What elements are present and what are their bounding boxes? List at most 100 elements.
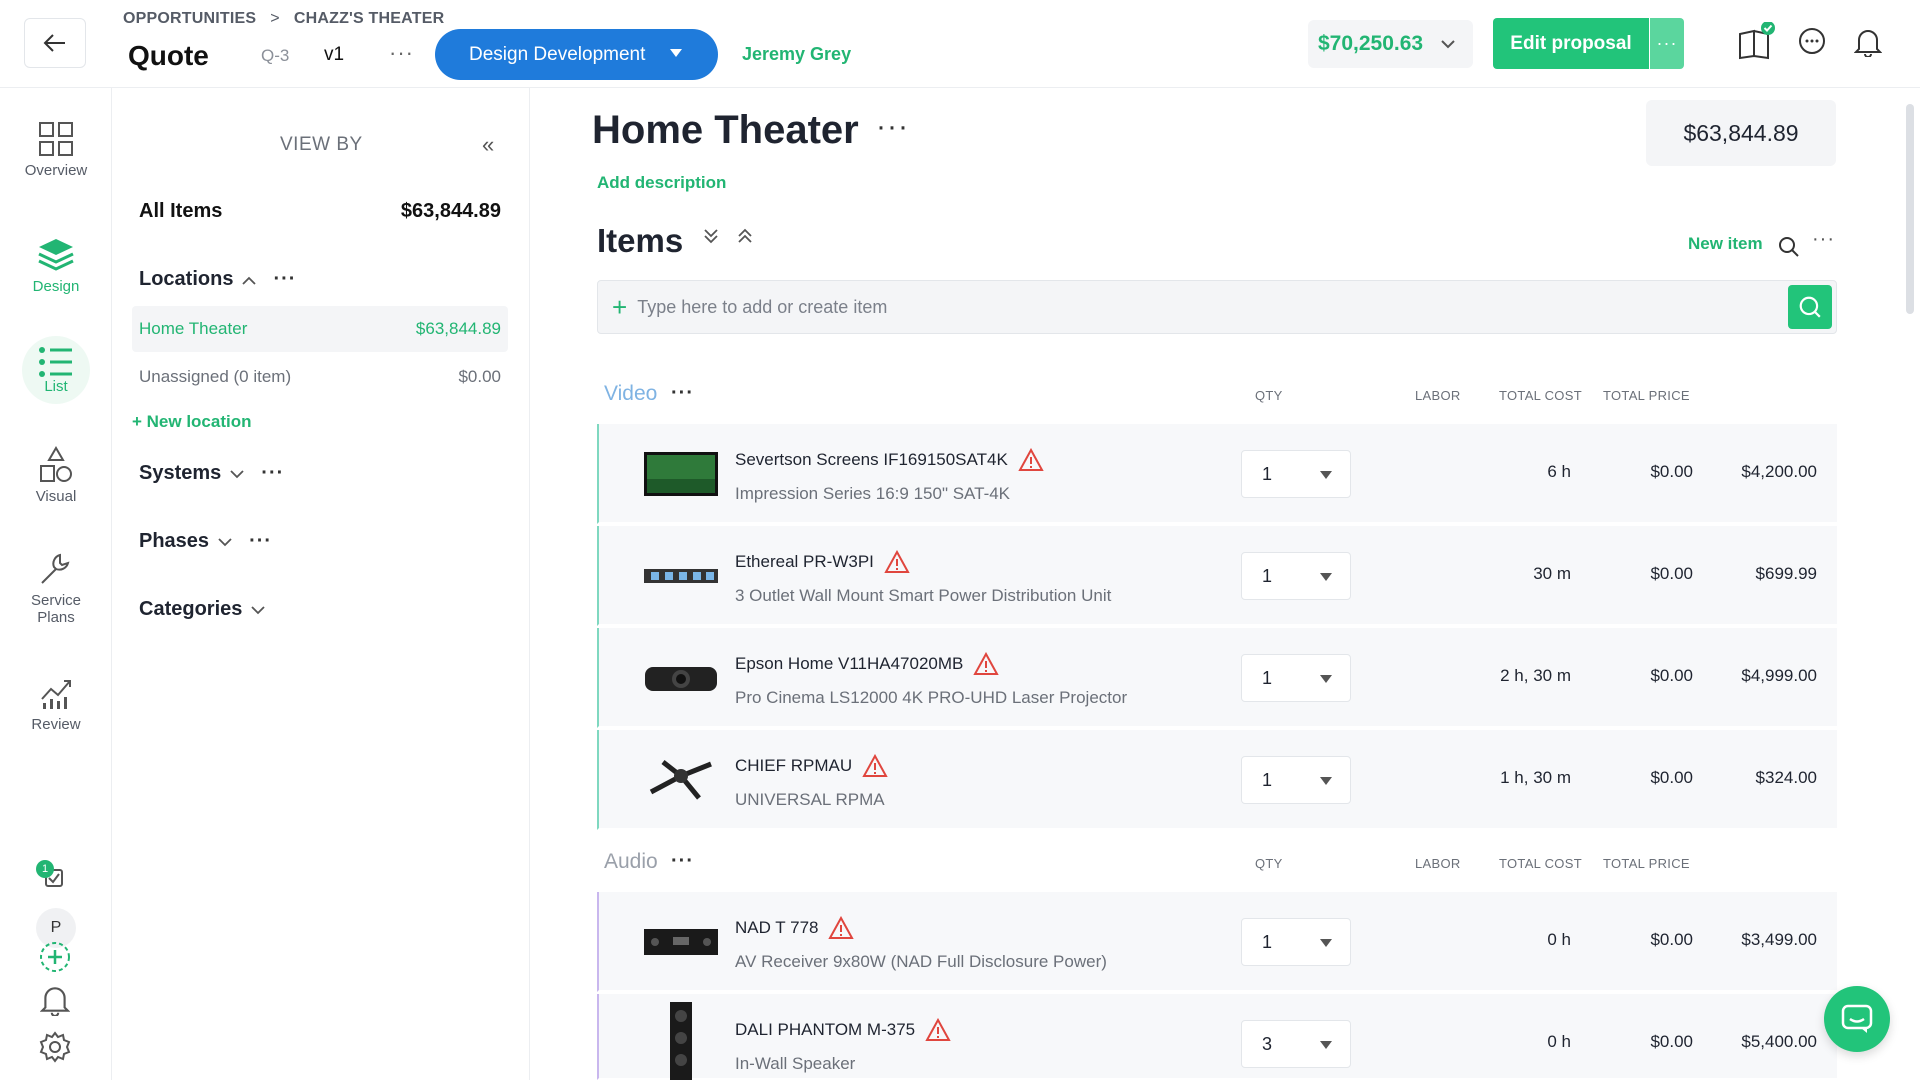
new-item-link[interactable]: New item — [1688, 234, 1763, 254]
warning-icon[interactable] — [828, 916, 855, 940]
item-name[interactable]: NAD T 778 — [735, 916, 855, 940]
warning-icon[interactable] — [884, 550, 910, 574]
locations-more-button[interactable]: ··· — [273, 268, 296, 291]
systems-group[interactable]: Systems ··· — [139, 462, 284, 485]
location-item-unassigned[interactable]: Unassigned (0 item) $0.00 — [132, 354, 508, 400]
table-row[interactable]: Ethereal PR-W3PI 3 Outlet Wall Mount Sma… — [597, 526, 1837, 626]
warning-icon[interactable] — [925, 1018, 951, 1042]
section-more-button[interactable]: ··· — [671, 382, 694, 405]
items-search-button[interactable] — [1778, 236, 1800, 263]
add-item-search-button[interactable] — [1788, 285, 1832, 329]
new-location-link[interactable]: + New location — [132, 412, 252, 432]
items-heading: Items — [597, 222, 684, 259]
total-cost-value: $0.00 — [1650, 930, 1693, 949]
back-button[interactable] — [24, 18, 86, 68]
rail-item-overview[interactable]: Overview — [0, 118, 112, 179]
chevron-down-icon — [1441, 40, 1455, 49]
table-row[interactable]: NAD T 778 AV Receiver 9x80W (NAD Full Di… — [597, 892, 1837, 992]
location-more-button[interactable]: ··· — [876, 110, 909, 144]
add-description-link[interactable]: Add description — [597, 173, 726, 193]
table-row[interactable]: DALI PHANTOM M-375 In-Wall Speaker 3 0 h… — [597, 994, 1837, 1080]
column-header-total-price: TOTAL PRICE — [1603, 856, 1690, 871]
rail-item-design[interactable]: Design — [0, 234, 112, 295]
grid-icon — [39, 122, 73, 156]
support-chat-button[interactable] — [1824, 986, 1890, 1052]
collapse-all-button[interactable] — [736, 226, 754, 252]
edit-proposal-button[interactable]: Edit proposal — [1493, 18, 1649, 69]
total-cost-value: $0.00 — [1650, 768, 1693, 787]
version-label[interactable]: v1 — [324, 44, 344, 66]
table-row[interactable]: Severtson Screens IF169150SAT4K Impressi… — [597, 424, 1837, 524]
rail-item-list[interactable]: List — [0, 336, 112, 404]
arrow-left-icon — [43, 34, 65, 52]
phases-group[interactable]: Phases ··· — [139, 530, 272, 553]
phases-more-button[interactable]: ··· — [249, 530, 272, 553]
locations-group[interactable]: Locations ··· — [139, 268, 296, 291]
owner-link[interactable]: Jeremy Grey — [742, 44, 851, 65]
rail-item-review[interactable]: Review — [0, 672, 112, 733]
item-name[interactable]: Severtson Screens IF169150SAT4K — [735, 448, 1044, 472]
quantity-value: 1 — [1262, 932, 1273, 952]
rail-item-service-plans[interactable]: Service Plans — [0, 548, 112, 626]
location-total: $63,844.89 — [415, 319, 501, 338]
items-more-button[interactable]: ··· — [1812, 228, 1835, 251]
quantity-dropdown[interactable]: 1 — [1241, 654, 1351, 702]
warning-icon[interactable] — [973, 652, 1000, 676]
breadcrumb-opportunities[interactable]: OPPORTUNITIES — [123, 10, 256, 28]
expand-all-button[interactable] — [702, 226, 720, 252]
labor-value: 0 h — [1547, 930, 1571, 949]
quantity-dropdown[interactable]: 3 — [1241, 1020, 1351, 1068]
rail-label-list: List — [44, 377, 68, 395]
quantity-dropdown[interactable]: 1 — [1241, 552, 1351, 600]
add-item-input[interactable] — [637, 296, 1738, 318]
quote-more-button[interactable]: ··· — [389, 40, 414, 66]
add-user-button[interactable] — [38, 940, 72, 974]
quantity-dropdown[interactable]: 1 — [1241, 918, 1351, 966]
item-name[interactable]: CHIEF RPMAU — [735, 754, 888, 778]
systems-more-button[interactable]: ··· — [261, 462, 284, 485]
page-title: Quote — [128, 40, 209, 71]
all-items-label: All Items — [139, 200, 223, 222]
section-name[interactable]: Audio — [604, 850, 658, 874]
section-more-button[interactable]: ··· — [671, 850, 694, 873]
product-thumbnail-projector — [643, 652, 719, 704]
all-items-row[interactable]: All Items $63,844.89 — [139, 200, 501, 223]
settings-button[interactable] — [38, 1030, 72, 1069]
rail-label-visual: Visual — [35, 488, 77, 505]
total-cost-value: $0.00 — [1650, 564, 1693, 583]
comments-button[interactable] — [1792, 22, 1832, 62]
item-name[interactable]: Ethereal PR-W3PI — [735, 550, 910, 574]
breadcrumb-project[interactable]: CHAZZ'S THEATER — [294, 10, 445, 28]
location-item-home-theater[interactable]: Home Theater $63,844.89 — [132, 306, 508, 352]
quantity-dropdown[interactable]: 1 — [1241, 450, 1351, 498]
view-by-label: VIEW BY — [280, 134, 363, 155]
table-row[interactable]: Epson Home V11HA47020MB Pro Cinema LS120… — [597, 628, 1837, 728]
collapse-panel-button[interactable]: « — [482, 132, 494, 158]
location-name: Unassigned (0 item) — [139, 367, 292, 386]
labor-value: 6 h — [1547, 462, 1571, 481]
column-header-qty: QTY — [1255, 388, 1283, 403]
caret-down-icon — [1320, 777, 1332, 785]
item-name[interactable]: Epson Home V11HA47020MB — [735, 652, 1000, 676]
categories-group[interactable]: Categories — [139, 598, 266, 621]
table-row[interactable]: CHIEF RPMAU UNIVERSAL RPMA 1 1 h, 30 m $… — [597, 730, 1837, 830]
item-description: 3 Outlet Wall Mount Smart Power Distribu… — [735, 586, 1112, 605]
rail-item-visual[interactable]: Visual — [0, 444, 112, 505]
section-name[interactable]: Video — [604, 382, 657, 406]
phase-dropdown[interactable]: Design Development — [435, 29, 718, 80]
main-scrollbar[interactable] — [1906, 104, 1914, 314]
item-name-text: NAD T 778 — [735, 918, 819, 937]
chevron-down-icon — [230, 469, 244, 478]
item-name[interactable]: DALI PHANTOM M-375 — [735, 1018, 951, 1042]
shapes-icon — [40, 446, 72, 482]
product-thumbnail-speaker — [643, 1002, 719, 1080]
quantity-dropdown[interactable]: 1 — [1241, 756, 1351, 804]
warning-icon[interactable] — [862, 754, 888, 778]
item-description: Pro Cinema LS12000 4K PRO-UHD Laser Proj… — [735, 688, 1128, 707]
notifications-button[interactable] — [1848, 22, 1888, 62]
proposal-total-dropdown[interactable]: $70,250.63 — [1308, 20, 1473, 68]
edit-proposal-more-button[interactable]: ··· — [1650, 18, 1684, 69]
rail-notifications-button[interactable] — [39, 984, 71, 1021]
guide-book-button[interactable] — [1736, 22, 1776, 62]
warning-icon[interactable] — [1018, 448, 1044, 472]
